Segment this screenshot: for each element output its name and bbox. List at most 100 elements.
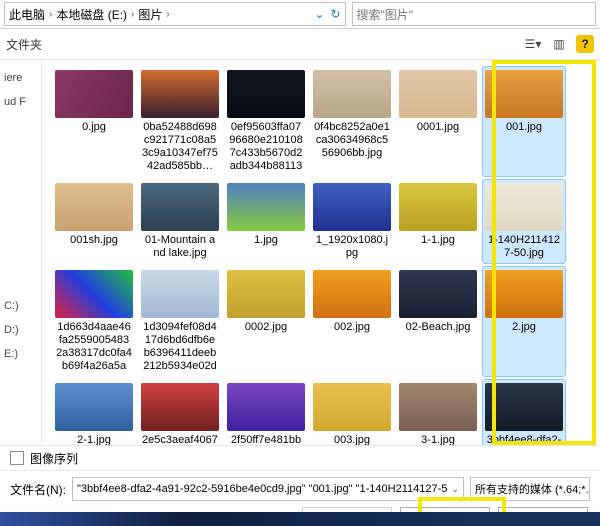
thumbnail-image — [141, 270, 219, 318]
help-icon[interactable]: ? — [576, 35, 594, 53]
file-name-label: 1-140H2114127-50.jpg — [486, 234, 562, 260]
image-sequence-row: 图像序列 — [0, 445, 600, 470]
file-name-label: 1d663d4aae46fa25590054832a38317dc0fa4b69… — [56, 321, 132, 373]
thumbnail-image — [227, 383, 305, 431]
filename-input[interactable]: "3bbf4ee8-dfa2-4a91-92c2-5916be4e0cd9.jp… — [72, 477, 464, 501]
thumbnail-image — [399, 383, 477, 431]
thumbnail-image — [313, 270, 391, 318]
thumbnail-image — [227, 183, 305, 231]
file-thumb[interactable]: 01-Mountain and lake.jpg — [138, 179, 222, 264]
view-details-icon[interactable]: ▥ — [550, 35, 568, 53]
thumbnail-image — [485, 270, 563, 318]
file-thumb[interactable]: 0f4bc8252a0e1ca30634968c556906bb.jpg — [310, 66, 394, 177]
filter-value: 所有支持的媒体 (*.64;*.3G2;* — [475, 481, 590, 497]
file-thumb[interactable]: 001.jpg — [482, 66, 566, 177]
file-thumb[interactable]: 02-Beach.jpg — [396, 266, 480, 377]
file-name-label: 0001.jpg — [417, 121, 459, 134]
sidebar-item[interactable]: E:) — [2, 342, 39, 366]
file-thumb[interactable]: 1-140H2114127-50.jpg — [482, 179, 566, 264]
toolbar-label[interactable]: 文件夹 — [6, 36, 42, 53]
file-grid[interactable]: 0.jpg 0ba52488d698c921771c08a53c9a10347ef… — [42, 60, 600, 445]
file-name-label: 2.jpg — [512, 321, 536, 334]
file-name-label: 3-1.jpg — [421, 434, 455, 445]
sidebar-item[interactable]: ud F — [2, 90, 39, 114]
file-thumb[interactable]: 001sh.jpg — [52, 179, 136, 264]
file-name-label: 0.jpg — [82, 121, 106, 134]
file-name-label: 0002.jpg — [245, 321, 287, 334]
file-thumb[interactable]: 1d3094fef08d417d6bd6dfb6eb6396411deeb212… — [138, 266, 222, 377]
thumbnail-image — [485, 183, 563, 231]
file-thumb[interactable]: 0002.jpg — [224, 266, 308, 377]
filetype-filter[interactable]: 所有支持的媒体 (*.64;*.3G2;* ⌄ — [470, 477, 590, 501]
file-name-label: 1-1.jpg — [421, 234, 455, 247]
file-thumb[interactable]: 003.jpg — [310, 379, 394, 445]
file-name-label: 0f4bc8252a0e1ca30634968c556906bb.jpg — [314, 121, 390, 160]
thumbnail-image — [399, 70, 477, 118]
thumbnail-image — [227, 270, 305, 318]
breadcrumb[interactable]: 此电脑 › 本地磁盘 (E:) › 图片 › ⌄ ↻ — [4, 2, 346, 26]
app-timeline-strip — [0, 512, 600, 526]
file-thumb[interactable]: 0001.jpg — [396, 66, 480, 177]
thumbnail-image — [485, 70, 563, 118]
toolbar: 文件夹 ☰▾ ▥ ? — [0, 29, 600, 60]
filename-label: 文件名(N): — [10, 481, 66, 498]
file-thumb[interactable]: 3-1.jpg — [396, 379, 480, 445]
filename-value: "3bbf4ee8-dfa2-4a91-92c2-5916be4e0cd9.jp… — [77, 483, 447, 495]
file-thumb[interactable]: 2.jpg — [482, 266, 566, 377]
thumbnail-image — [313, 183, 391, 231]
image-sequence-checkbox[interactable] — [10, 451, 24, 465]
file-name-label: 1d3094fef08d417d6bd6dfb6eb6396411deeb212… — [142, 321, 218, 373]
filename-row: 文件名(N): "3bbf4ee8-dfa2-4a91-92c2-5916be4… — [10, 477, 590, 501]
file-thumb[interactable]: 002.jpg — [310, 266, 394, 377]
file-thumb[interactable]: 2-1.jpg — [52, 379, 136, 445]
sidebar-item[interactable]: C:) — [2, 294, 39, 318]
thumbnail-image — [313, 70, 391, 118]
thumbnail-image — [141, 383, 219, 431]
image-sequence-label: 图像序列 — [30, 450, 78, 467]
address-bar-row: 此电脑 › 本地磁盘 (E:) › 图片 › ⌄ ↻ 搜索"图片" — [0, 0, 600, 29]
thumbnail-image — [55, 70, 133, 118]
dialog-body: iere ud F C:) D:) E:) 0.jpg 0ba52488d698c… — [0, 60, 600, 445]
file-thumb[interactable]: 1-1.jpg — [396, 179, 480, 264]
thumbnail-image — [399, 183, 477, 231]
file-thumb[interactable]: 0ba52488d698c921771c08a53c9a10347ef7542a… — [138, 66, 222, 177]
refresh-icon[interactable]: ↻ — [330, 7, 340, 21]
file-thumb[interactable]: 2f50ff7e481bbba59ed6d53fcfb58b6860d3d7a6… — [224, 379, 308, 445]
dropdown-icon[interactable]: ⌄ — [314, 7, 324, 21]
chevron-right-icon: › — [49, 9, 52, 20]
thumbnail-image — [399, 270, 477, 318]
thumbnail-image — [485, 383, 563, 431]
file-name-label: 2-1.jpg — [77, 434, 111, 445]
thumbnail-image — [55, 270, 133, 318]
breadcrumb-item[interactable]: 此电脑 — [9, 6, 45, 23]
file-name-label: 2f50ff7e481bbba59ed6d53fcfb58b6860d3d7a6… — [228, 434, 304, 445]
sidebar-item[interactable]: D:) — [2, 318, 39, 342]
search-input[interactable]: 搜索"图片" — [352, 2, 596, 26]
file-name-label: 1.jpg — [254, 234, 278, 247]
file-name-label: 1_1920x1080.jpg — [314, 234, 390, 260]
file-thumb[interactable]: 2e5c3aeaf4067a20e916c8d2a548eee6bb979732… — [138, 379, 222, 445]
sidebar-item[interactable]: iere — [2, 66, 39, 90]
file-name-label: 2e5c3aeaf4067a20e916c8d2a548eee6bb979732… — [142, 434, 218, 445]
file-thumb[interactable]: 0ef95603ffa0796680e2101087c433b5670d2adb… — [224, 66, 308, 177]
view-options-icon[interactable]: ☰▾ — [524, 35, 542, 53]
thumbnail-image — [55, 383, 133, 431]
breadcrumb-item[interactable]: 图片 — [138, 6, 162, 23]
thumbnail-image — [55, 183, 133, 231]
file-thumb[interactable]: 0.jpg — [52, 66, 136, 177]
file-thumb[interactable]: 3bbf4ee8-dfa2-4a91-92c2-5916be4e0cd9.jpg — [482, 379, 566, 445]
thumbnail-image — [313, 383, 391, 431]
thumbnail-image — [227, 70, 305, 118]
file-thumb[interactable]: 1d663d4aae46fa25590054832a38317dc0fa4b69… — [52, 266, 136, 377]
file-name-label: 001sh.jpg — [70, 234, 118, 247]
breadcrumb-item[interactable]: 本地磁盘 (E:) — [56, 6, 127, 23]
file-thumb[interactable]: 1_1920x1080.jpg — [310, 179, 394, 264]
file-name-label: 0ba52488d698c921771c08a53c9a10347ef7542a… — [142, 121, 218, 173]
chevron-right-icon: › — [131, 9, 134, 20]
file-name-label: 3bbf4ee8-dfa2-4a91-92c2-5916be4e0cd9.jpg — [486, 434, 562, 445]
chevron-down-icon[interactable]: ⌄ — [451, 484, 459, 495]
file-thumb[interactable]: 1.jpg — [224, 179, 308, 264]
file-name-label: 003.jpg — [334, 434, 370, 445]
chevron-right-icon: › — [166, 9, 169, 20]
file-open-dialog: 此电脑 › 本地磁盘 (E:) › 图片 › ⌄ ↻ 搜索"图片" 文件夹 ☰▾… — [0, 0, 600, 526]
